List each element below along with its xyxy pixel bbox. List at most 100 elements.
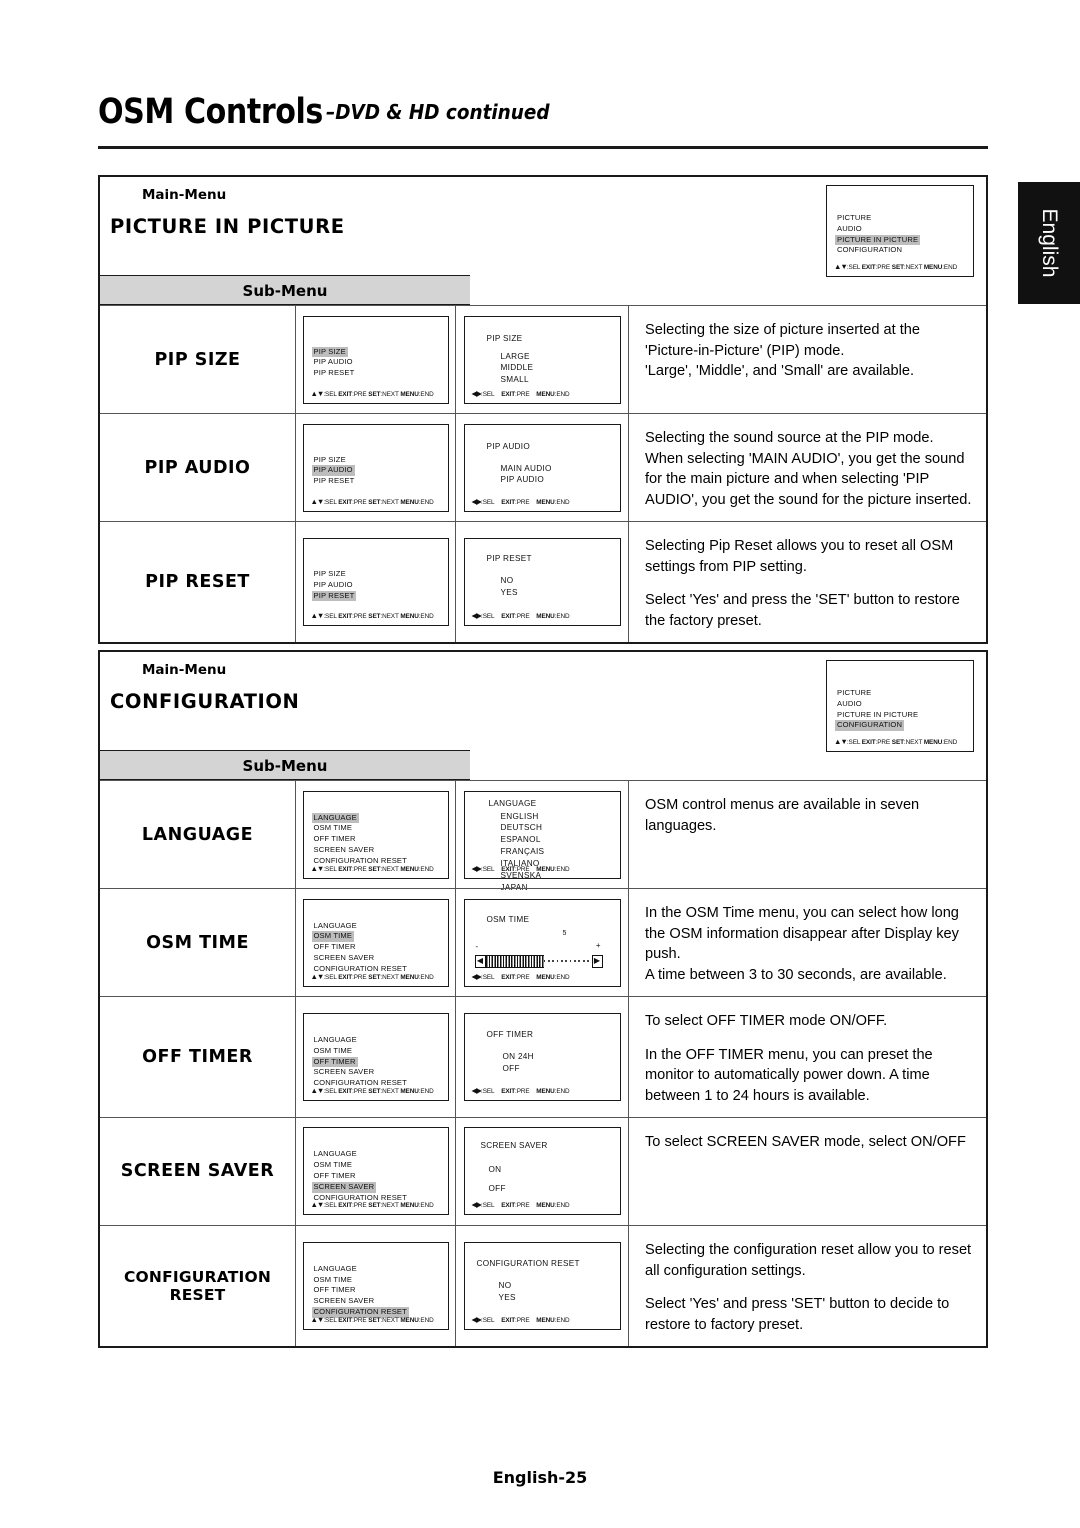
osd-item[interactable]: PIP AUDIO bbox=[314, 580, 357, 591]
osd-item[interactable]: OFF TIMER bbox=[314, 1171, 407, 1182]
osd-submenu-list[interactable]: PIP SIZE PIP AUDIO PIP RESET ▲▼:SEL EXIT… bbox=[302, 423, 449, 512]
osd-item[interactable]: PIP RESET bbox=[314, 368, 355, 379]
osd-item[interactable]: OFF TIMER bbox=[314, 942, 407, 953]
table-row: SCREEN SAVER LANGUAGE OSM TIME OFF TIMER… bbox=[100, 1116, 986, 1225]
osd-option[interactable]: ENGLISH bbox=[501, 811, 545, 823]
osd-item-list: PICTURE AUDIO PICTURE IN PICTURE CONFIGU… bbox=[835, 688, 918, 732]
osd-item-highlighted[interactable]: PIP AUDIO bbox=[311, 465, 355, 477]
osd-option[interactable]: OFF bbox=[489, 1180, 506, 1199]
osd-detail[interactable]: LANGUAGE ENGLISH DEUTSCH ESPANOL FRANÇAI… bbox=[463, 790, 621, 892]
osd-item[interactable]: SCREEN SAVER bbox=[314, 1067, 407, 1078]
osd-option[interactable]: LARGE bbox=[501, 351, 534, 363]
osd-item[interactable]: OSM TIME bbox=[314, 1046, 407, 1057]
description-paragraph: A time between 3 to 30 seconds, are avai… bbox=[645, 967, 947, 984]
row-osd-detail-cell: OFF TIMER ON 24H OFF ◀▶:SEL EXIT:PRE MEN… bbox=[456, 997, 629, 1117]
osd-item[interactable]: OFF TIMER bbox=[314, 834, 407, 845]
osd-submenu-list[interactable]: LANGUAGE OSM TIME OFF TIMER SCREEN SAVER… bbox=[302, 1012, 449, 1101]
row-label: PIP RESET bbox=[100, 522, 296, 642]
language-side-tab-label: English bbox=[1038, 208, 1061, 278]
osd-submenu-list[interactable]: LANGUAGE OSM TIME OFF TIMER SCREEN SAVER… bbox=[302, 1241, 449, 1330]
osd-item-highlighted[interactable]: CONFIGURATION bbox=[835, 720, 905, 732]
osd-option[interactable]: PIP AUDIO bbox=[501, 474, 552, 486]
osd-option[interactable]: YES bbox=[501, 587, 518, 599]
osd-option[interactable]: ON 24H bbox=[503, 1051, 534, 1063]
page-footer: English-25 bbox=[0, 1468, 1080, 1487]
osd-detail[interactable]: PIP RESET NO YES ◀▶:SEL EXIT:PRE MENU:EN… bbox=[463, 537, 621, 626]
slider-bar[interactable]: ◀ ▶ bbox=[474, 954, 603, 968]
osd-option[interactable]: MAIN AUDIO bbox=[501, 463, 552, 475]
osd-item[interactable]: SCREEN SAVER bbox=[314, 845, 407, 856]
osd-item-highlighted[interactable]: PICTURE IN PICTURE bbox=[835, 234, 921, 246]
row-label: CONFIGURATION RESET bbox=[100, 1225, 296, 1346]
osd-item[interactable]: LANGUAGE bbox=[314, 1035, 407, 1046]
osd-item[interactable]: PIP AUDIO bbox=[314, 357, 355, 368]
section-main-menu-band: Main-Menu CONFIGURATION PICTURE AUDIO PI… bbox=[100, 652, 986, 752]
page-title: OSM Controls bbox=[98, 92, 323, 132]
osd-main-menu[interactable]: PICTURE AUDIO PICTURE IN PICTURE CONFIGU… bbox=[826, 185, 974, 277]
osd-item[interactable]: PIP RESET bbox=[314, 476, 355, 487]
row-osd-list-cell: PIP SIZE PIP AUDIO PIP RESET ▲▼:SEL EXIT… bbox=[296, 522, 456, 642]
sub-menu-band: Sub-Menu bbox=[100, 750, 470, 780]
osd-option[interactable]: ESPANOL bbox=[501, 834, 545, 846]
osd-item[interactable]: PICTURE IN PICTURE bbox=[837, 710, 918, 721]
osd-submenu-list[interactable]: PIP SIZE PIP AUDIO PIP RESET ▲▼:SEL EXIT… bbox=[302, 537, 449, 626]
osd-item[interactable]: OSM TIME bbox=[314, 1160, 407, 1171]
osd-submenu-list[interactable]: LANGUAGE OSM TIME OFF TIMER SCREEN SAVER… bbox=[302, 790, 449, 879]
osd-item[interactable]: LANGUAGE bbox=[314, 1264, 409, 1275]
slider-left-arrow-icon[interactable]: ◀ bbox=[474, 954, 486, 968]
osd-item[interactable]: PIP SIZE bbox=[314, 455, 355, 466]
osd-option[interactable]: FRANÇAIS bbox=[501, 846, 545, 858]
osd-item-highlighted[interactable]: OFF TIMER bbox=[311, 1056, 358, 1068]
osd-item-highlighted[interactable]: OSM TIME bbox=[311, 931, 355, 943]
osd-detail[interactable]: SCREEN SAVER ON OFF ◀▶:SEL EXIT:PRE MENU… bbox=[463, 1127, 621, 1216]
osd-item[interactable]: PICTURE bbox=[837, 688, 918, 699]
osd-footer-hints: ▲▼:SEL EXIT:PRE SET:NEXT MENU:END bbox=[310, 863, 434, 873]
osd-detail[interactable]: CONFIGURATION RESET NO YES ◀▶:SEL EXIT:P… bbox=[463, 1241, 621, 1330]
osd-item[interactable]: LANGUAGE bbox=[314, 1149, 407, 1160]
section-title: PICTURE IN PICTURE bbox=[110, 215, 345, 238]
osd-item[interactable]: OFF TIMER bbox=[314, 1285, 409, 1296]
osd-submenu-list[interactable]: LANGUAGE OSM TIME OFF TIMER SCREEN SAVER… bbox=[302, 898, 449, 987]
osd-detail-title: OFF TIMER bbox=[486, 1029, 534, 1039]
slider-right-arrow-icon[interactable]: ▶ bbox=[591, 954, 603, 968]
osd-item-highlighted[interactable]: LANGUAGE bbox=[311, 812, 359, 824]
osd-footer-hints: ▲▼:SEL EXIT:PRE SET:NEXT MENU:END bbox=[310, 971, 434, 981]
osd-option[interactable]: DEUTSCH bbox=[501, 822, 545, 834]
osd-detail[interactable]: OFF TIMER ON 24H OFF ◀▶:SEL EXIT:PRE MEN… bbox=[463, 1012, 621, 1101]
page-header: OSM Controls –DVD & HD continued bbox=[98, 92, 988, 132]
osd-footer-hints: ▲▼:SEL EXIT:PRE SET:NEXT MENU:END bbox=[834, 262, 958, 271]
osd-item[interactable]: SCREEN SAVER bbox=[314, 1296, 409, 1307]
osd-item[interactable]: PIP SIZE bbox=[314, 569, 357, 580]
description-paragraph: Selecting Pip Reset allows you to reset … bbox=[645, 538, 954, 575]
osd-item-highlighted[interactable]: SCREEN SAVER bbox=[311, 1181, 377, 1193]
osd-option[interactable]: YES bbox=[499, 1292, 516, 1304]
table-row: LANGUAGE LANGUAGE OSM TIME OFF TIMER SCR… bbox=[100, 780, 986, 892]
osd-detail[interactable]: PIP SIZE LARGE MIDDLE SMALL ◀▶:SEL EXIT:… bbox=[463, 315, 621, 404]
osd-item[interactable]: LANGUAGE bbox=[314, 921, 407, 932]
osd-option[interactable]: MIDDLE bbox=[501, 362, 534, 374]
osd-item[interactable]: OSM TIME bbox=[314, 823, 407, 834]
osd-item[interactable]: AUDIO bbox=[837, 224, 920, 235]
osd-item-highlighted[interactable]: PIP RESET bbox=[311, 590, 357, 602]
osd-item[interactable]: PICTURE bbox=[837, 213, 920, 224]
osd-item[interactable]: AUDIO bbox=[837, 699, 918, 710]
osd-option[interactable]: NO bbox=[499, 1280, 516, 1292]
osd-detail[interactable]: PIP AUDIO MAIN AUDIO PIP AUDIO ◀▶:SEL EX… bbox=[463, 423, 621, 512]
osd-item[interactable]: OSM TIME bbox=[314, 1275, 409, 1286]
osd-submenu-list[interactable]: PIP SIZE PIP AUDIO PIP RESET ▲▼:SEL EXIT… bbox=[302, 315, 449, 404]
row-description: To select OFF TIMER mode ON/OFF. In the … bbox=[629, 997, 986, 1117]
osd-option[interactable]: OFF bbox=[503, 1063, 534, 1075]
osd-item-highlighted[interactable]: PIP SIZE bbox=[311, 346, 348, 358]
osd-detail-title: PIP RESET bbox=[486, 553, 532, 563]
osd-main-menu[interactable]: PICTURE AUDIO PICTURE IN PICTURE CONFIGU… bbox=[826, 660, 974, 752]
osd-item[interactable]: CONFIGURATION bbox=[837, 245, 920, 256]
osd-option[interactable]: ON bbox=[489, 1161, 506, 1180]
row-label: PIP AUDIO bbox=[100, 414, 296, 521]
row-description: Selecting the size of picture inserted a… bbox=[629, 306, 986, 413]
main-menu-label: Main-Menu bbox=[142, 662, 227, 678]
osd-option[interactable]: NO bbox=[501, 575, 518, 587]
osd-detail[interactable]: OSM TIME 5 - + ◀ ▶ ◀▶:SEL EXIT:PRE MENU:… bbox=[463, 898, 621, 987]
osd-option[interactable]: SMALL bbox=[501, 374, 534, 386]
osd-submenu-list[interactable]: LANGUAGE OSM TIME OFF TIMER SCREEN SAVER… bbox=[302, 1127, 449, 1216]
osd-item[interactable]: SCREEN SAVER bbox=[314, 953, 407, 964]
